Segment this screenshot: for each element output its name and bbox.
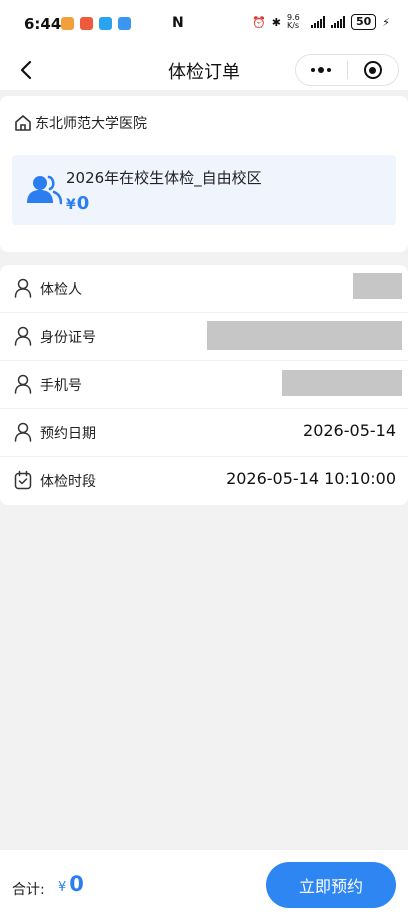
charging-icon: ⚡ (382, 15, 390, 29)
status-time: 6:44 (24, 15, 62, 33)
info-row-label: 身份证号 (40, 330, 96, 346)
info-row-phone[interactable]: 手机号 (0, 361, 408, 409)
bluetooth-icon: ✱ (271, 15, 281, 29)
total-label: 合计: (12, 882, 45, 898)
users-icon (27, 175, 62, 205)
info-row-label: 体检人 (40, 282, 82, 298)
person-icon (14, 278, 32, 298)
home-icon (15, 115, 31, 131)
person-icon (14, 374, 32, 394)
price-value: 0 (76, 193, 90, 214)
package-box[interactable]: 2026年在校生体检_自由校区 ¥0 (12, 155, 396, 225)
hospital-name: 东北师范大学医院 (35, 116, 147, 132)
total-amount: ¥0 (58, 872, 84, 896)
appointment-date-value: 2026-05-14 (303, 421, 396, 440)
hospital-row: 东北师范大学医院 (14, 113, 147, 133)
notification-app-icon (118, 17, 131, 30)
info-row-examinee[interactable]: 体检人 (0, 265, 408, 313)
info-row-label: 体检时段 (40, 474, 96, 490)
time-slot-value: 2026-05-14 10:10:00 (226, 469, 396, 488)
target-icon (363, 61, 382, 79)
redacted-value (282, 370, 402, 396)
currency-symbol: ¥ (66, 197, 76, 213)
alarm-icon: ⏰ (252, 15, 266, 29)
network-speed: 9.6 K/s (286, 13, 300, 30)
info-row-time-slot[interactable]: 体检时段 2026-05-14 10:10:00 (0, 457, 408, 505)
person-icon (14, 422, 32, 442)
nfc-icon: N (172, 15, 184, 31)
nav-bar: 体检订单 (0, 50, 408, 90)
person-icon (14, 326, 32, 346)
info-row-label: 手机号 (40, 378, 82, 394)
currency-symbol: ¥ (58, 880, 67, 895)
redacted-value (353, 273, 402, 299)
notification-app-icon (61, 17, 74, 30)
status-bar: 6:44 N ⏰ ✱ 9.6 K/s 50 ⚡ (0, 0, 408, 50)
package-name: 2026年在校生体检_自由校区 (66, 169, 262, 187)
package-price: ¥0 (66, 193, 89, 214)
more-dots-icon (311, 67, 332, 73)
info-row-id-number[interactable]: 身份证号 (0, 313, 408, 361)
battery-indicator: 50 (350, 14, 377, 30)
book-now-button[interactable]: 立即预约 (266, 862, 396, 908)
signal-icon (330, 16, 345, 28)
info-row-label: 预约日期 (40, 426, 96, 442)
notification-app-icon (80, 17, 93, 30)
status-right: ⏰ ✱ 9.6 K/s 50 ⚡ (252, 14, 390, 30)
examinee-info-card: 体检人 身份证号 手机号 预约日期 2026-05-14 体检时段 2026-0… (0, 265, 408, 505)
close-miniprogram-button[interactable] (348, 55, 399, 85)
more-button[interactable] (296, 55, 347, 85)
hospital-card: 东北师范大学医院 2026年在校生体检_自由校区 ¥0 (0, 96, 408, 252)
notification-app-icon (99, 17, 112, 30)
miniprogram-capsule (295, 54, 399, 86)
calendar-check-icon (14, 470, 32, 490)
signal-icon (310, 16, 325, 28)
total-value: 0 (69, 872, 84, 896)
redacted-value (207, 321, 402, 350)
info-row-appointment-date[interactable]: 预约日期 2026-05-14 (0, 409, 408, 457)
bottom-bar: 合计: ¥0 立即预约 (0, 850, 408, 921)
